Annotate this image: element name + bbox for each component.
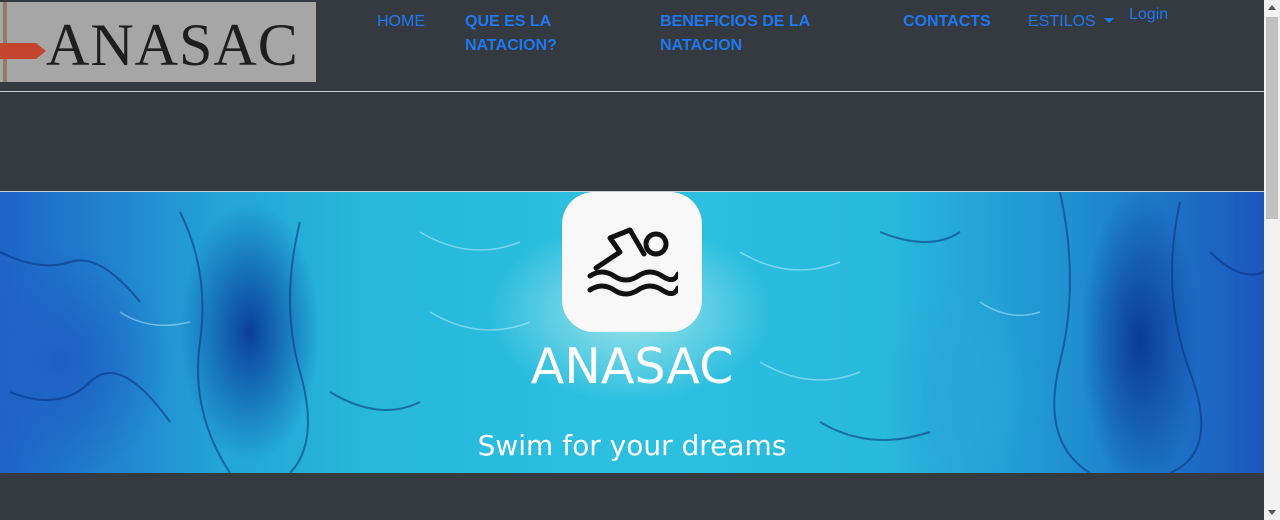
nav-link-beneficios[interactable]: BENEFICIOS DE LA NATACION — [660, 10, 850, 58]
swimmer-icon-box — [562, 192, 702, 332]
hero-subtitle: Swim for your dreams — [477, 429, 787, 462]
nav-link-contacts[interactable]: CONTACTS — [903, 10, 991, 34]
vertical-scrollbar[interactable] — [1264, 0, 1280, 520]
nav-link-login[interactable]: Login — [1129, 3, 1168, 27]
page: ANASAC HOME QUE ES LA NATACION? BENEFICI… — [0, 0, 1264, 520]
hero-title: ANASAC — [530, 338, 734, 395]
hero-banner: ANASAC Swim for your dreams — [0, 192, 1264, 473]
scroll-down-arrow-icon[interactable] — [1268, 510, 1276, 515]
logo-text: ANASAC — [46, 12, 299, 78]
swimmer-icon — [587, 227, 678, 297]
scrollbar-thumb[interactable] — [1266, 17, 1278, 219]
logo-arrow-tip — [36, 43, 46, 59]
caret-down-icon — [1103, 18, 1114, 23]
nav-estilos-label: ESTILOS — [1028, 13, 1096, 30]
nav-link-home[interactable]: HOME — [377, 10, 425, 34]
logo-stripe — [3, 2, 7, 82]
logo-arrow — [0, 43, 36, 59]
nav-dropdown-estilos[interactable]: ESTILOS — [1028, 10, 1114, 34]
nav-link-que-es-la-natacion[interactable]: QUE ES LA NATACION? — [465, 10, 615, 58]
scroll-up-arrow-icon[interactable] — [1268, 5, 1276, 10]
navbar: ANASAC HOME QUE ES LA NATACION? BENEFICI… — [0, 0, 1264, 92]
brand-logo[interactable]: ANASAC — [0, 2, 316, 82]
